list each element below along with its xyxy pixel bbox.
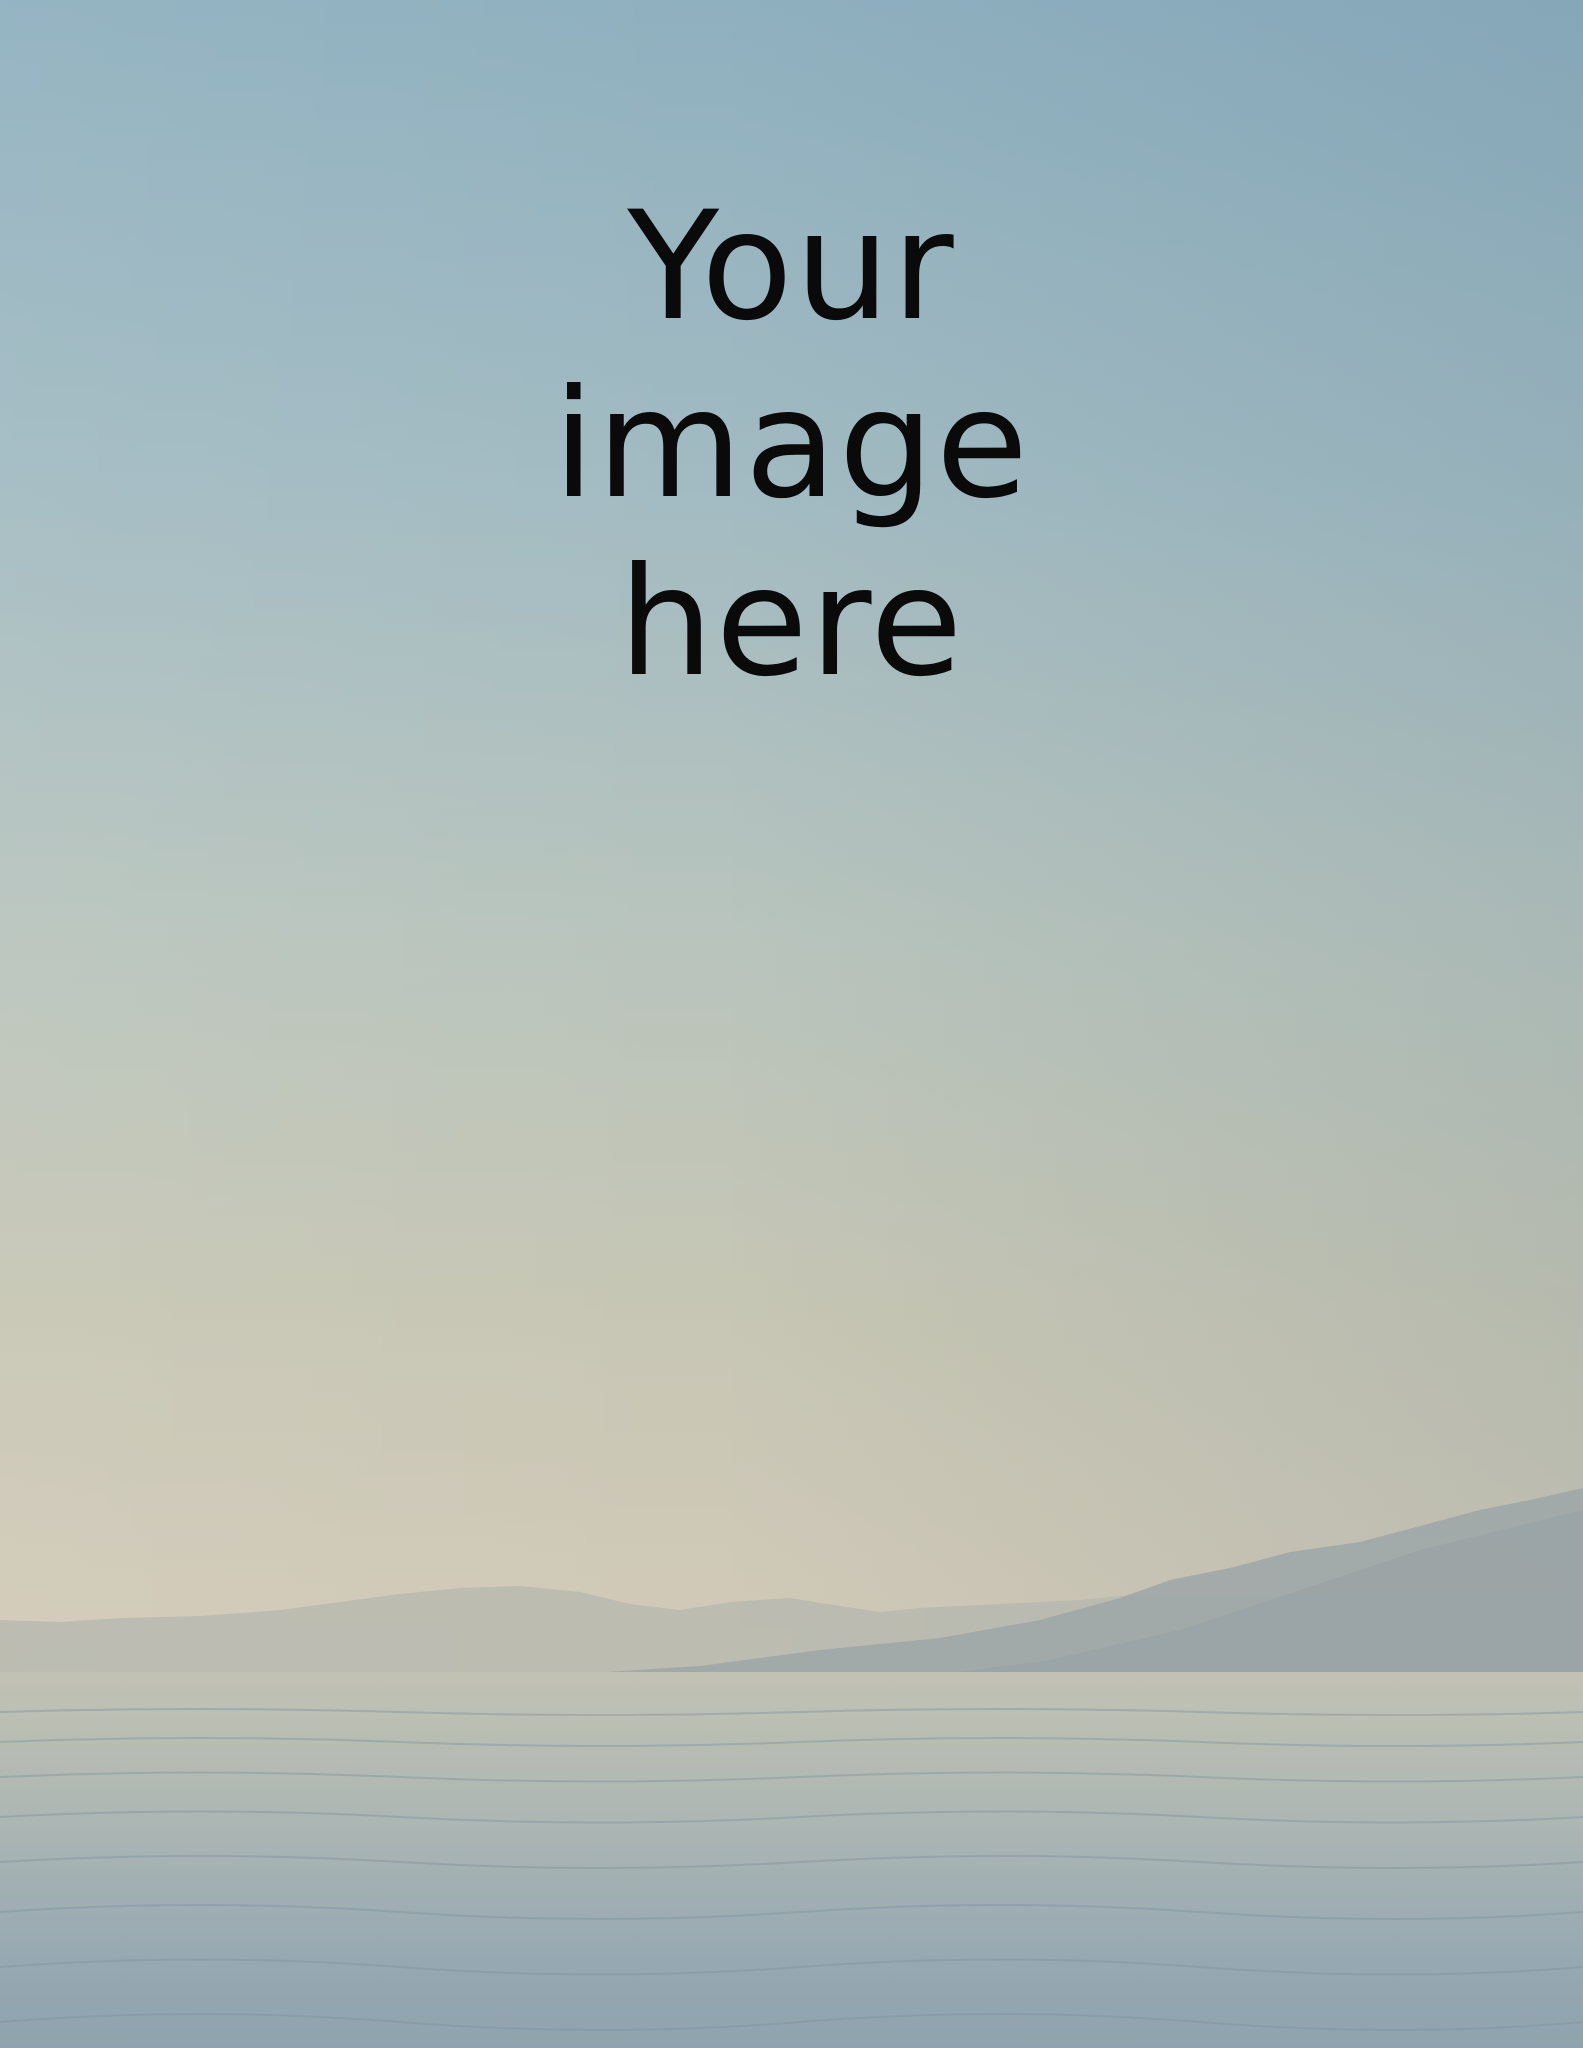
placeholder-line-1: Your	[627, 180, 956, 354]
sea-ripples	[0, 1708, 1583, 2031]
placeholder-text: Your image here	[0, 178, 1583, 712]
placeholder-line-2: image	[552, 358, 1031, 532]
placeholder-line-3: here	[618, 536, 965, 710]
distant-mountains	[0, 1488, 1583, 1690]
